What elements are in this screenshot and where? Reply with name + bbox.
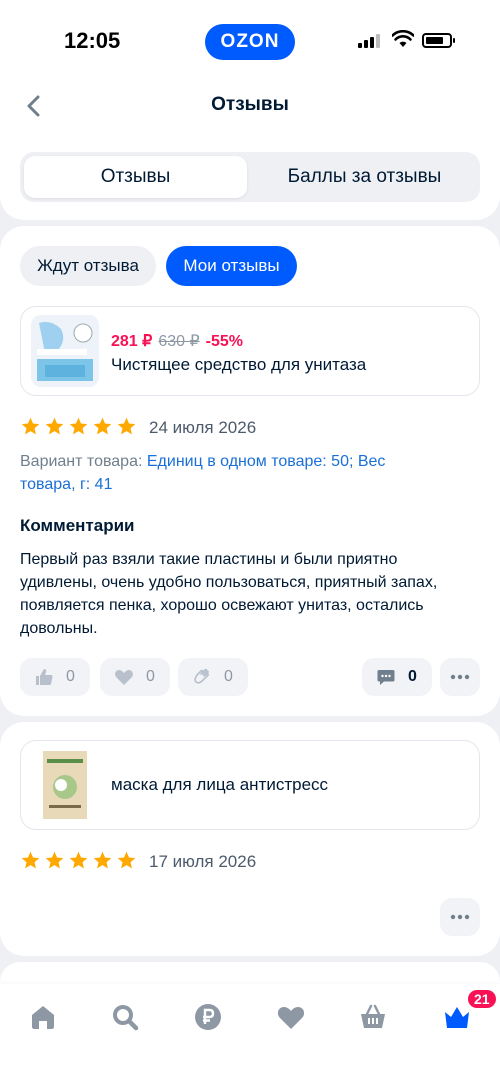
filter-awaiting-chip[interactable]: Ждут отзыва: [20, 246, 156, 286]
star-icon: [117, 417, 136, 435]
rating-stars: [20, 850, 137, 874]
review-comment: Первый раз взяли такие пластины и были п…: [20, 551, 438, 637]
like-button[interactable]: 0: [20, 658, 90, 696]
header: Отзывы Отзывы Баллы за отзывы: [0, 80, 500, 220]
wifi-icon: [392, 30, 414, 47]
clap-icon: [194, 668, 210, 684]
status-time: 12:05: [64, 28, 121, 53]
heart-icon[interactable]: [276, 1002, 306, 1032]
page-title: Отзывы: [211, 94, 289, 115]
heart-button[interactable]: 0: [100, 658, 170, 696]
product-name: Чистящее средство для унитаза: [111, 355, 367, 374]
star-icon: [117, 851, 136, 869]
signal-icon: [358, 32, 384, 48]
heart-icon: [115, 670, 133, 685]
thumbs-up-icon: [36, 669, 53, 685]
clap-count: 0: [224, 668, 233, 685]
notification-badge: 21: [466, 988, 498, 1010]
product-link[interactable]: маска для лица антистресс: [20, 740, 480, 830]
battery-icon: [422, 33, 455, 48]
crown-icon[interactable]: [442, 1002, 472, 1032]
review-card: маска для лица антистресс 17 июля 2026: [0, 722, 500, 956]
filter-my-reviews-chip[interactable]: Мои отзывы: [166, 246, 297, 286]
star-icon: [93, 851, 112, 869]
product-link[interactable]: 281 ₽ 630 ₽ -55% Чистящее средство для уни…: [20, 306, 480, 396]
star-icon: [21, 417, 40, 435]
product-image: [31, 749, 99, 821]
product-variant: Вариант товара: Единиц в одном товаре: 5…: [20, 450, 440, 496]
more-options-button[interactable]: [440, 898, 480, 936]
cart-icon[interactable]: [358, 1002, 388, 1032]
discount-badge: -55%: [205, 333, 244, 350]
star-icon: [69, 417, 88, 435]
price-line: 281 ₽ 630 ₽ -55%: [111, 331, 243, 351]
star-icon: [45, 851, 64, 869]
more-dots-icon: [450, 914, 470, 920]
chat-icon: [377, 670, 395, 685]
like-count: 0: [66, 668, 75, 685]
review-date: 17 июля 2026: [149, 852, 257, 871]
search-icon[interactable]: [110, 1002, 140, 1032]
bottom-navigation: [0, 984, 500, 1088]
star-icon: [21, 851, 40, 869]
comment-button[interactable]: 0: [362, 658, 432, 696]
more-options-button[interactable]: [440, 658, 480, 696]
star-icon: [69, 851, 88, 869]
review-card: Ждут отзыва Мои отзывы 281 ₽ 630 ₽ -55% Чи…: [0, 226, 500, 716]
tab-review-points[interactable]: Баллы за отзывы: [253, 156, 476, 198]
clap-button[interactable]: 0: [178, 658, 248, 696]
comment-count: 0: [408, 668, 417, 685]
ozon-logo: OZON: [205, 24, 295, 60]
status-bar: 12:05 OZON: [0, 0, 500, 80]
old-price: 630 ₽: [158, 333, 200, 350]
tab-reviews[interactable]: Отзывы: [24, 156, 247, 198]
more-dots-icon: [450, 674, 470, 680]
variant-label: Вариант товара:: [20, 453, 147, 470]
segmented-tabs: Отзывы Баллы за отзывы: [20, 152, 480, 202]
home-icon[interactable]: [28, 1002, 58, 1032]
review-date: 24 июля 2026: [149, 418, 257, 437]
comments-title: Комментарии: [20, 516, 135, 535]
current-price: 281 ₽: [111, 333, 153, 350]
ruble-icon[interactable]: [193, 1002, 223, 1032]
star-icon: [93, 417, 112, 435]
product-name: маска для лица антистресс: [111, 775, 329, 794]
star-icon: [45, 417, 64, 435]
product-image: [31, 315, 99, 387]
heart-count: 0: [146, 668, 155, 685]
rating-stars: [20, 416, 137, 440]
